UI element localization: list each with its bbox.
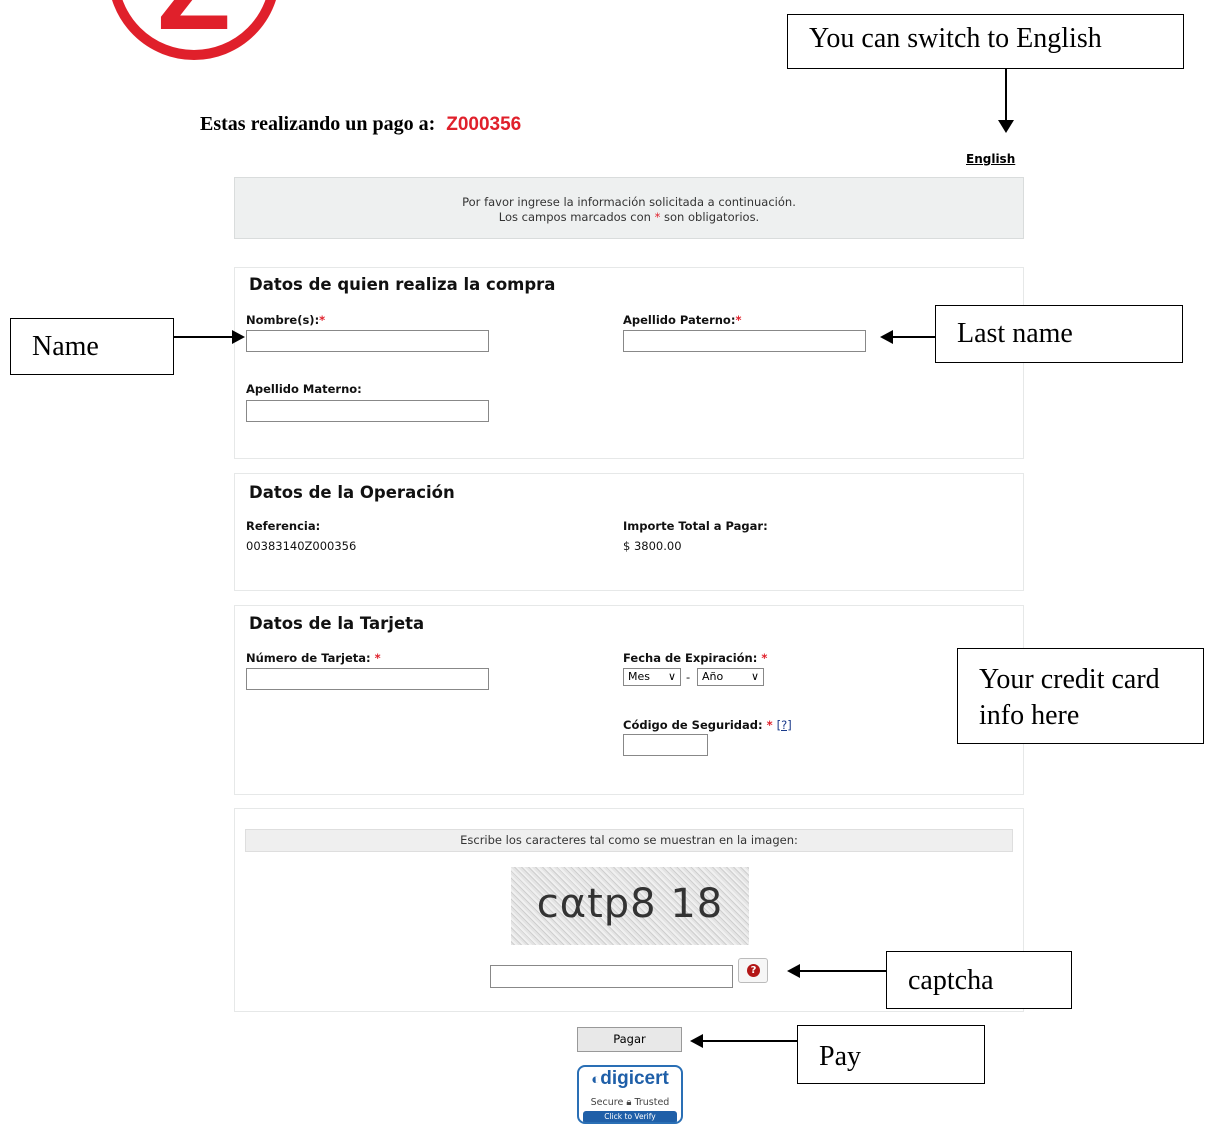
annotation-english: You can switch to English (787, 14, 1184, 69)
pay-button[interactable]: Pagar (577, 1027, 682, 1052)
buyer-section: Datos de quien realiza la compra Nombre(… (234, 267, 1024, 459)
question-icon: ? (747, 964, 760, 977)
date-separator: - (686, 670, 691, 684)
apellido-paterno-label-text: Apellido Paterno: (623, 313, 736, 327)
arrow-left-icon (787, 964, 800, 978)
pay-to-heading: Estas realizando un pago a: Z000356 (200, 113, 521, 136)
fecha-expiracion-label: Fecha de Expiración: * (623, 651, 767, 665)
apellido-materno-input[interactable] (246, 400, 489, 422)
arrow-right-icon (232, 330, 245, 344)
referencia-value: 00383140Z000356 (246, 539, 357, 553)
annotation-arrow (800, 970, 886, 972)
codigo-seguridad-label: Código de Seguridad: * [?] (623, 718, 792, 732)
operation-section: Datos de la Operación Referencia: 003831… (234, 473, 1024, 591)
instructions-box: Por favor ingrese la información solicit… (234, 177, 1024, 239)
instructions-text: son obligatorios. (664, 210, 760, 224)
codigo-seguridad-label-text: Código de Seguridad: (623, 718, 763, 732)
month-selected-value: Mes (628, 670, 650, 683)
importe-label: Importe Total a Pagar: (623, 519, 768, 533)
annotation-arrow (1005, 69, 1007, 122)
merchant-id: Z000356 (446, 114, 522, 135)
english-language-link[interactable]: English (966, 152, 1015, 166)
operation-section-title: Datos de la Operación (249, 483, 455, 502)
digicert-seal[interactable]: ◐digicert Secure 🔒︎ Trusted Click to Ver… (577, 1065, 683, 1124)
card-section: Datos de la Tarjeta Número de Tarjeta: *… (234, 605, 1024, 795)
annotation-arrow (703, 1040, 797, 1042)
apellido-paterno-label: Apellido Paterno:* (623, 313, 741, 327)
digicert-logo-icon: ◐ (591, 1071, 601, 1088)
card-number-input[interactable] (246, 668, 489, 690)
buyer-section-title: Datos de quien realiza la compra (249, 275, 556, 294)
arrow-left-icon (690, 1034, 703, 1048)
apellido-materno-label: Apellido Materno: (246, 382, 362, 396)
captcha-image-text: cαtp8 18 (536, 881, 724, 927)
required-star: * (319, 313, 326, 327)
security-code-input[interactable] (623, 734, 708, 756)
referencia-label: Referencia: (246, 519, 321, 533)
apellido-paterno-input[interactable] (623, 330, 866, 352)
annotation-captcha: captcha (886, 951, 1072, 1009)
arrow-down-icon (998, 120, 1014, 133)
annotation-arrow (893, 336, 935, 338)
captcha-help-button[interactable]: ? (738, 958, 768, 983)
expiration-month-select[interactable]: Mes ∨ (623, 668, 681, 686)
card-section-title: Datos de la Tarjeta (249, 614, 425, 633)
captcha-instruction: Escribe los caracteres tal como se muest… (245, 829, 1013, 852)
chevron-down-icon: ∨ (667, 670, 676, 683)
expiration-year-select[interactable]: Año ∨ (697, 668, 764, 686)
numero-tarjeta-label: Número de Tarjeta: * (246, 651, 381, 665)
annotation-credit-card: Your credit card info here (957, 648, 1204, 744)
security-code-help-link[interactable]: [?] (777, 718, 792, 732)
brand-logo: Z (108, 0, 280, 60)
nombre-label-text: Nombre(s): (246, 313, 320, 327)
instructions-line-1: Por favor ingrese la información solicit… (462, 195, 796, 209)
required-star: * (735, 313, 742, 327)
digicert-trusted-text: Trusted (634, 1097, 670, 1108)
importe-value: $ 3800.00 (623, 539, 682, 553)
digicert-brand-text: digicert (600, 1068, 669, 1089)
numero-tarjeta-label-text: Número de Tarjeta: (246, 651, 371, 665)
captcha-image: cαtp8 18 (511, 867, 749, 945)
instructions-text: Los campos marcados con (498, 210, 651, 224)
digicert-tagline: Secure 🔒︎ Trusted (579, 1097, 681, 1108)
digicert-verify: Click to Verify (583, 1111, 677, 1122)
captcha-input[interactable] (490, 965, 733, 988)
year-selected-value: Año (702, 670, 724, 683)
required-star: * (374, 651, 381, 665)
instructions-line-2: Los campos marcados con * son obligatori… (235, 210, 1023, 225)
lock-icon: 🔒︎ (626, 1097, 632, 1108)
annotation-last-name: Last name (935, 305, 1183, 363)
pay-to-label: Estas realizando un pago a: (200, 113, 436, 135)
logo-letter: Z (118, 0, 270, 48)
required-star: * (761, 651, 768, 665)
fecha-expiracion-label-text: Fecha de Expiración: (623, 651, 758, 665)
annotation-arrow (174, 336, 234, 338)
required-star: * (766, 718, 773, 732)
digicert-secure-text: Secure (590, 1097, 624, 1108)
arrow-left-icon (880, 330, 893, 344)
chevron-down-icon: ∨ (750, 670, 759, 683)
nombre-label: Nombre(s):* (246, 313, 325, 327)
required-star: * (654, 210, 661, 224)
digicert-brand: ◐digicert (579, 1068, 681, 1090)
nombre-input[interactable] (246, 330, 489, 352)
annotation-pay: Pay (797, 1025, 985, 1084)
annotation-name: Name (10, 318, 174, 375)
